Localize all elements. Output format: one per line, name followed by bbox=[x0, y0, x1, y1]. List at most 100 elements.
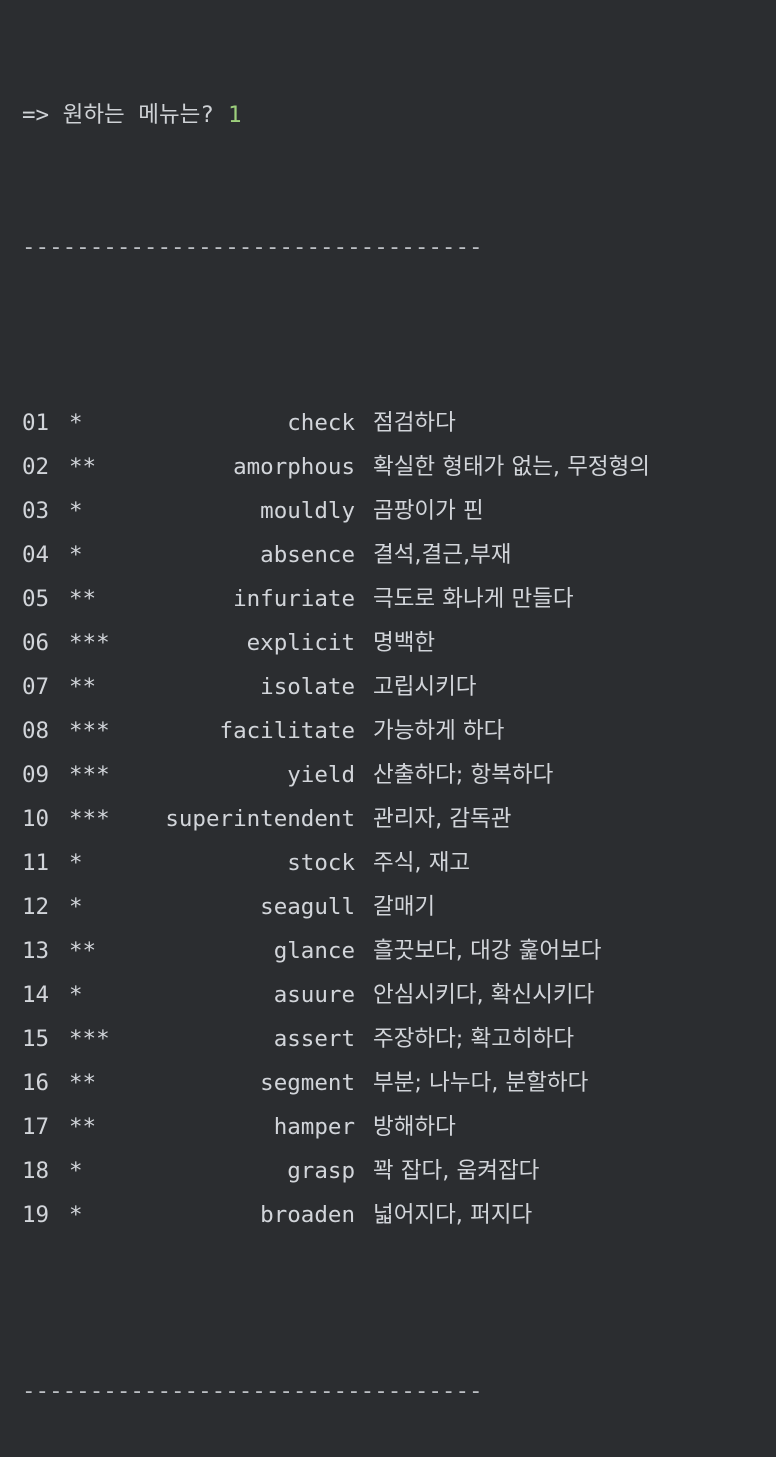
word-number: 07 bbox=[22, 674, 50, 700]
word-meaning: 부분; 나누다, 분할하다 bbox=[373, 1070, 589, 1096]
word-importance-stars: * bbox=[69, 982, 83, 1008]
word-row: 17 ** hamper 방해하다 bbox=[22, 1105, 776, 1149]
word-number: 09 bbox=[22, 762, 50, 788]
word-row: 11 * stock 주식, 재고 bbox=[22, 841, 776, 885]
word-row: 09 *** yield 산출하다; 항복하다 bbox=[22, 753, 776, 797]
word-english: grasp bbox=[287, 1158, 355, 1184]
word-row: 19 * broaden 넓어지다, 퍼지다 bbox=[22, 1193, 776, 1237]
word-meaning: 극도로 화나게 만들다 bbox=[373, 586, 574, 612]
word-row: 06 *** explicit 명백한 bbox=[22, 621, 776, 665]
word-meaning: 산출하다; 항복하다 bbox=[373, 762, 554, 788]
word-number: 05 bbox=[22, 586, 50, 612]
word-number: 10 bbox=[22, 806, 50, 832]
word-number: 13 bbox=[22, 938, 50, 964]
word-meaning: 방해하다 bbox=[373, 1114, 456, 1140]
word-meaning: 흘끗보다, 대강 훑어보다 bbox=[373, 938, 602, 964]
word-importance-stars: ** bbox=[69, 1114, 97, 1140]
word-meaning: 꽉 잡다, 움켜잡다 bbox=[373, 1158, 540, 1184]
word-importance-stars: * bbox=[69, 1158, 83, 1184]
word-number: 06 bbox=[22, 630, 50, 656]
word-importance-stars: ** bbox=[69, 454, 97, 480]
word-meaning: 넓어지다, 퍼지다 bbox=[373, 1202, 533, 1228]
word-row: 15 *** assert 주장하다; 확고히하다 bbox=[22, 1017, 776, 1061]
word-meaning: 가능하게 하다 bbox=[373, 718, 505, 744]
word-importance-stars: * bbox=[69, 542, 83, 568]
word-list: 01 * check 점검하다 02 ** amorphous 확실한 형태가 없는, 무정형… bbox=[22, 401, 776, 1237]
menu-prompt: => 원하는 메뉴는? 1 bbox=[22, 93, 776, 137]
word-row: 02 ** amorphous 확실한 형태가 없는, 무정형의 bbox=[22, 445, 776, 489]
word-importance-stars: ** bbox=[69, 586, 97, 612]
word-number: 03 bbox=[22, 498, 50, 524]
word-english: stock bbox=[287, 850, 355, 876]
word-english: hamper bbox=[273, 1114, 355, 1140]
word-english: yield bbox=[287, 762, 355, 788]
word-number: 17 bbox=[22, 1114, 50, 1140]
word-number: 04 bbox=[22, 542, 50, 568]
word-number: 15 bbox=[22, 1026, 50, 1052]
word-importance-stars: *** bbox=[69, 630, 110, 656]
word-meaning: 주장하다; 확고히하다 bbox=[373, 1026, 575, 1052]
word-importance-stars: ** bbox=[69, 1070, 97, 1096]
word-english: explicit bbox=[246, 630, 355, 656]
word-english: facilitate bbox=[219, 718, 355, 744]
word-number: 01 bbox=[22, 410, 50, 436]
word-meaning: 주식, 재고 bbox=[373, 850, 471, 876]
word-number: 19 bbox=[22, 1202, 50, 1228]
word-number: 02 bbox=[22, 454, 50, 480]
word-importance-stars: ** bbox=[69, 938, 97, 964]
word-number: 11 bbox=[22, 850, 50, 876]
word-importance-stars: * bbox=[69, 498, 83, 524]
word-english: assert bbox=[273, 1026, 355, 1052]
word-english: glance bbox=[273, 938, 355, 964]
word-importance-stars: *** bbox=[69, 718, 110, 744]
word-english: seagull bbox=[260, 894, 355, 920]
word-meaning: 안심시키다, 확신시키다 bbox=[373, 982, 595, 1008]
word-row: 16 ** segment 부분; 나누다, 분할하다 bbox=[22, 1061, 776, 1105]
word-english: asuure bbox=[273, 982, 355, 1008]
word-importance-stars: ** bbox=[69, 674, 97, 700]
word-importance-stars: *** bbox=[69, 762, 110, 788]
divider-bottom: ---------------------------------- bbox=[22, 1378, 483, 1404]
word-importance-stars: *** bbox=[69, 1026, 110, 1052]
word-english: amorphous bbox=[233, 454, 355, 480]
word-meaning: 고립시키다 bbox=[373, 674, 477, 700]
word-row: 12 * seagull 갈매기 bbox=[22, 885, 776, 929]
word-importance-stars: * bbox=[69, 1202, 83, 1228]
word-number: 18 bbox=[22, 1158, 50, 1184]
word-importance-stars: *** bbox=[69, 806, 110, 832]
word-row: 07 ** isolate 고립시키다 bbox=[22, 665, 776, 709]
word-number: 14 bbox=[22, 982, 50, 1008]
word-row: 08 *** facilitate 가능하게 하다 bbox=[22, 709, 776, 753]
word-english: absence bbox=[260, 542, 355, 568]
word-row: 03 * mouldly 곰팡이가 핀 bbox=[22, 489, 776, 533]
word-importance-stars: * bbox=[69, 850, 83, 876]
word-english: mouldly bbox=[260, 498, 355, 524]
word-english: superintendent bbox=[165, 806, 355, 832]
word-english: check bbox=[287, 410, 355, 436]
word-english: segment bbox=[260, 1070, 355, 1096]
word-meaning: 관리자, 감독관 bbox=[373, 806, 512, 832]
word-importance-stars: * bbox=[69, 410, 83, 436]
word-number: 12 bbox=[22, 894, 50, 920]
word-meaning: 점검하다 bbox=[373, 410, 456, 436]
divider-top: ---------------------------------- bbox=[22, 234, 483, 260]
word-row: 01 * check 점검하다 bbox=[22, 401, 776, 445]
word-meaning: 곰팡이가 핀 bbox=[373, 498, 484, 524]
terminal-output: => 원하는 메뉴는? 1 --------------------------… bbox=[0, 0, 776, 1404]
word-importance-stars: * bbox=[69, 894, 83, 920]
word-meaning: 결석,결근,부재 bbox=[373, 542, 512, 568]
word-english: infuriate bbox=[233, 586, 355, 612]
word-row: 14 * asuure 안심시키다, 확신시키다 bbox=[22, 973, 776, 1017]
word-row: 04 * absence 결석,결근,부재 bbox=[22, 533, 776, 577]
word-row: 13 ** glance 흘끗보다, 대강 훑어보다 bbox=[22, 929, 776, 973]
word-meaning: 확실한 형태가 없는, 무정형의 bbox=[373, 454, 651, 480]
word-english: broaden bbox=[260, 1202, 355, 1228]
word-row: 10 *** superintendent 관리자, 감독관 bbox=[22, 797, 776, 841]
word-english: isolate bbox=[260, 674, 355, 700]
word-number: 16 bbox=[22, 1070, 50, 1096]
word-row: 05 ** infuriate 극도로 화나게 만들다 bbox=[22, 577, 776, 621]
prompt-input-value: 1 bbox=[227, 102, 242, 128]
word-number: 08 bbox=[22, 718, 50, 744]
word-row: 18 * grasp 꽉 잡다, 움켜잡다 bbox=[22, 1149, 776, 1193]
word-meaning: 갈매기 bbox=[373, 894, 436, 920]
